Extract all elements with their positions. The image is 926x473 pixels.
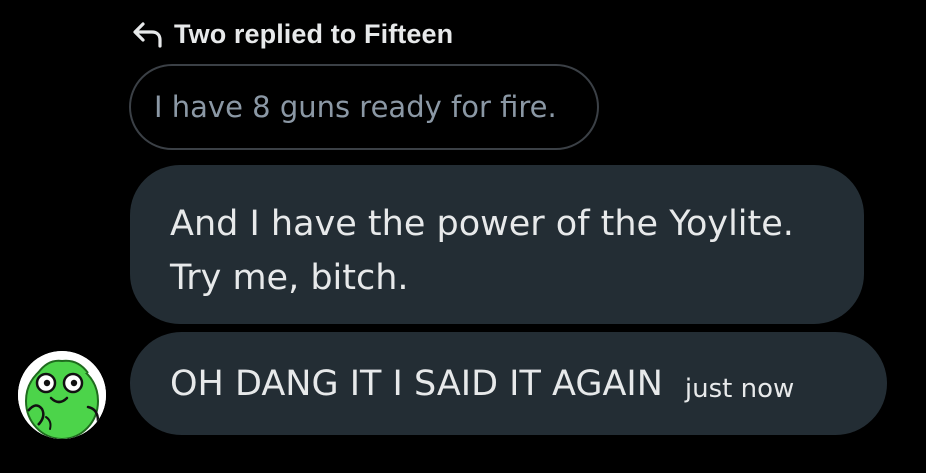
message-text-line: And I have the power of the Yoylite. (170, 204, 794, 244)
message-text-line: Try me, bitch. (170, 258, 409, 298)
avatar[interactable] (18, 351, 106, 439)
quoted-message[interactable]: I have 8 guns ready for fire. (129, 64, 599, 150)
message-bubble[interactable]: OH DANG IT I SAID IT AGAIN just now (130, 332, 887, 435)
reply-context-label: Two replied to Fifteen (174, 18, 454, 49)
message-timestamp: just now (684, 373, 795, 404)
reply-context-header: Two replied to Fifteen (132, 16, 453, 52)
message-text-line: OH DANG IT I SAID IT AGAIN (170, 363, 663, 404)
reply-arrow-icon (133, 22, 162, 48)
quoted-message-text: I have 8 guns ready for fire. (154, 90, 557, 124)
message-bubble[interactable]: And I have the power of the Yoylite. Try… (130, 165, 864, 324)
green-character-avatar-icon (18, 351, 106, 439)
